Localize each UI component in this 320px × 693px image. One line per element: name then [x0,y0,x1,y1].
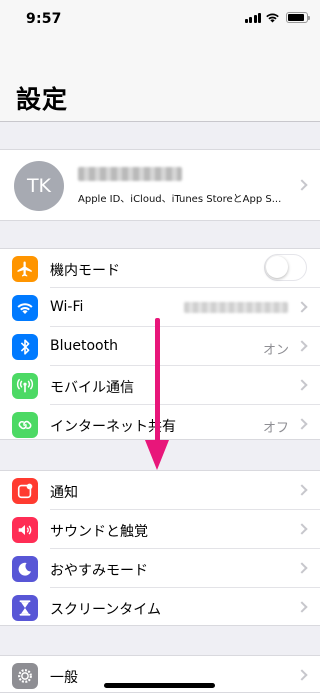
navigation-bar: 設定 [0,40,320,122]
bluetooth-icon [12,334,38,360]
settings-row-sounds[interactable]: サウンドと触覚 [0,510,320,549]
settings-row-bluetooth[interactable]: Bluetooth オン [0,327,320,366]
status-time: 9:57 [26,11,62,27]
settings-row-screen-time[interactable]: スクリーンタイム [0,588,320,627]
settings-row-wifi[interactable]: Wi-Fi [0,288,320,327]
chevron-right-icon [296,562,308,574]
chevron-right-icon [296,418,308,430]
avatar: TK [14,161,64,211]
chevron-right-icon [296,669,308,681]
row-label: 一般 [50,670,78,686]
wifi-network-name-blurred [184,302,288,313]
status-icons [244,12,310,23]
cellular-signal-icon [244,12,261,23]
chevron-right-icon [296,301,308,313]
connectivity-group: 機内モード Wi-Fi Bluetooth オン モバイル通信 インターネット共… [0,248,320,440]
settings-row-personal-hotspot[interactable]: インターネット共有 オフ [0,405,320,444]
scroll-down-arrow-annotation [155,318,160,444]
chevron-right-icon [296,340,308,352]
row-value: オフ [262,421,289,436]
chevron-right-icon [296,179,308,191]
chevron-right-icon [296,601,308,613]
chevron-right-icon [296,484,308,496]
settings-row-do-not-disturb[interactable]: おやすみモード [0,549,320,588]
apple-id-profile-row[interactable]: TK Apple ID、iCloud、iTunes StoreとApp S... [0,149,320,221]
antenna-icon [12,373,38,399]
notifications-group: 通知 サウンドと触覚 おやすみモード スクリーンタイム [0,470,320,626]
settings-row-mobile-data[interactable]: モバイル通信 [0,366,320,405]
moon-icon [12,556,38,582]
home-indicator[interactable] [104,683,215,688]
airplane-icon [12,256,38,282]
hourglass-icon [12,595,38,621]
chevron-right-icon [296,379,308,391]
airplane-mode-toggle[interactable] [264,254,307,281]
row-value: オン [262,343,289,358]
wifi-status-icon [266,13,279,23]
hotspot-icon [12,412,38,438]
status-bar: 9:57 [0,0,320,40]
speaker-icon [12,517,38,543]
settings-row-airplane-mode[interactable]: 機内モード [0,249,320,288]
row-label: おやすみモード [50,563,148,579]
row-label: 通知 [50,485,78,501]
gear-icon [12,663,38,689]
profile-name-blurred [78,167,182,181]
scroll-down-arrowhead [145,440,169,470]
wifi-icon [12,295,38,321]
settings-row-notifications[interactable]: 通知 [0,471,320,510]
row-label: Wi-Fi [50,299,84,315]
row-label: サウンドと触覚 [50,524,148,540]
page-title: 設定 [16,85,69,114]
chevron-right-icon [296,523,308,535]
row-label: モバイル通信 [50,380,134,396]
row-label: Bluetooth [50,338,118,354]
row-label: 機内モード [50,263,120,279]
avatar-initials: TK [26,175,52,197]
battery-icon [286,12,310,23]
notification-icon [12,478,38,504]
profile-subtitle: Apple ID、iCloud、iTunes StoreとApp S... [78,194,282,205]
row-label: スクリーンタイム [50,602,162,618]
